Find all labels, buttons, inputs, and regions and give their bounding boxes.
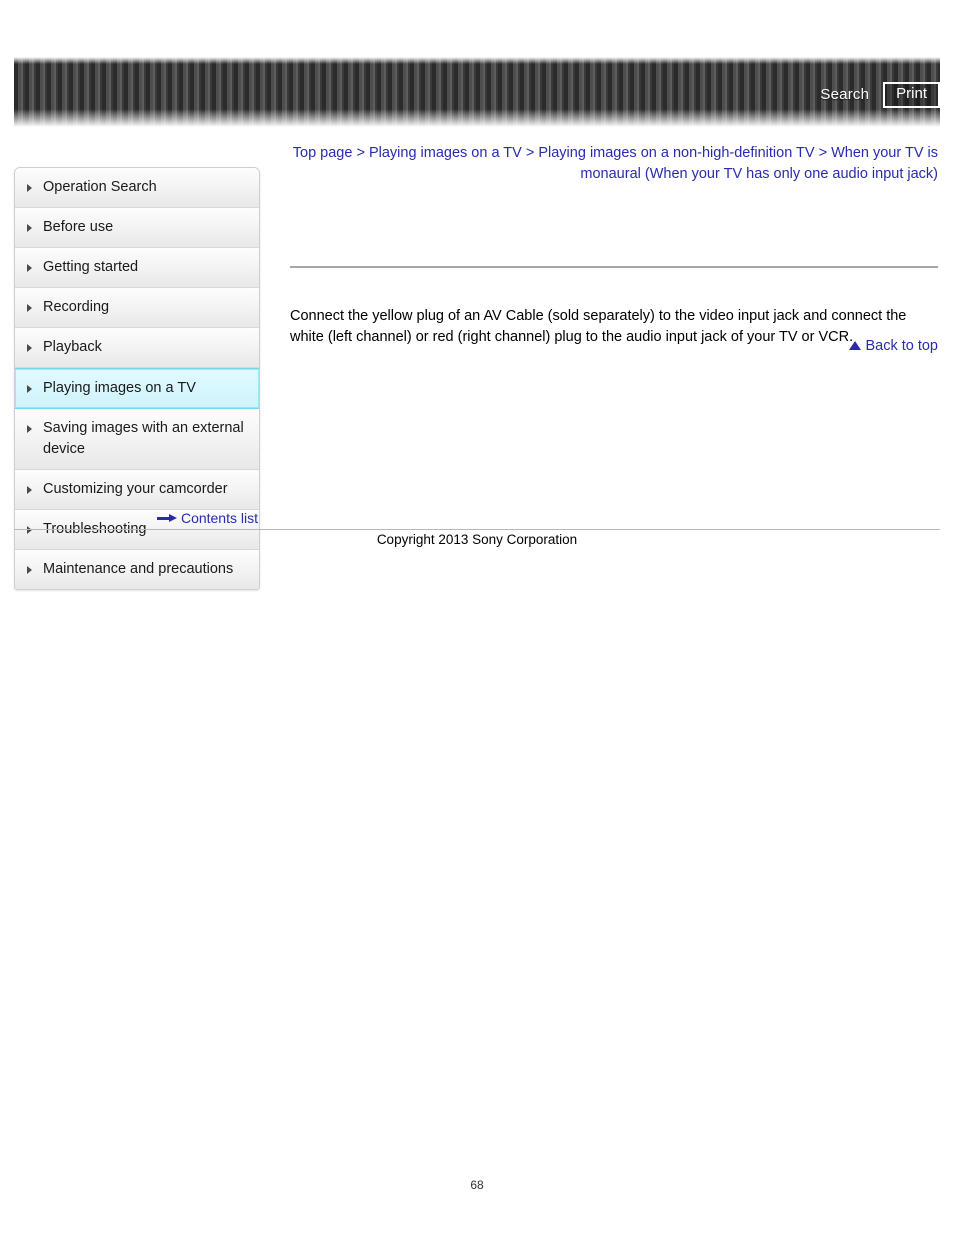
content-divider <box>290 266 938 268</box>
sidebar-item-label: Saving images with an external device <box>43 420 244 458</box>
sidebar-nav: Operation Search Before use Getting star… <box>14 167 260 591</box>
triangle-right-icon <box>27 385 32 394</box>
back-to-top-label: Back to top <box>865 338 938 354</box>
copyright-text: Copyright 2013 Sony Corporation <box>376 532 578 547</box>
triangle-right-icon <box>27 566 32 575</box>
triangle-right-icon <box>27 344 32 353</box>
sidebar-item-label: Playing images on a TV <box>43 380 196 397</box>
triangle-right-icon <box>27 486 32 495</box>
sidebar-item-maintenance-and-precautions[interactable]: Maintenance and precautions <box>15 550 259 590</box>
back-to-top-row: Back to top <box>290 337 938 355</box>
sidebar-item-playing-images-on-a-tv[interactable]: Playing images on a TV <box>15 368 259 410</box>
header-actions: Search Print <box>820 82 940 108</box>
sidebar-item-saving-images-external-device[interactable]: Saving images with an external device <box>15 409 259 471</box>
sidebar-item-recording[interactable]: Recording <box>15 288 259 329</box>
sidebar-item-label: Operation Search <box>43 179 157 195</box>
triangle-up-icon <box>849 341 862 350</box>
header-banner <box>14 57 940 127</box>
search-link[interactable]: Search <box>820 86 869 103</box>
sidebar-item-operation-search[interactable]: Operation Search <box>15 168 259 209</box>
sidebar-item-label: Before use <box>43 219 114 236</box>
sidebar-item-label: Getting started <box>43 259 139 276</box>
contents-list-label: Contents list <box>180 510 258 526</box>
triangle-right-icon <box>27 425 32 434</box>
triangle-right-icon <box>27 264 32 273</box>
contents-list-link[interactable]: Contents list <box>156 510 258 526</box>
sidebar-item-label: Recording <box>43 299 110 316</box>
print-button[interactable]: Print <box>883 82 940 108</box>
sidebar-item-label: Customizing your camcorder <box>43 481 228 498</box>
arrow-right-icon <box>156 513 177 523</box>
triangle-right-icon <box>27 224 32 233</box>
footer-divider <box>14 529 940 530</box>
sidebar-item-playback[interactable]: Playback <box>15 328 259 369</box>
sidebar-item-customizing-your-camcorder[interactable]: Customizing your camcorder <box>15 470 259 511</box>
triangle-right-icon <box>27 304 32 313</box>
contents-list-row: Contents list <box>14 510 258 526</box>
page-number: 68 <box>470 1178 484 1192</box>
triangle-right-icon <box>27 184 32 192</box>
sidebar-item-getting-started[interactable]: Getting started <box>15 248 259 289</box>
sidebar-item-before-use[interactable]: Before use <box>15 208 259 249</box>
sidebar-item-label: Maintenance and precautions <box>43 561 234 578</box>
back-to-top-link[interactable]: Back to top <box>849 338 938 354</box>
breadcrumb[interactable]: Top page > Playing images on a TV > Play… <box>290 143 938 185</box>
sidebar-item-label: Playback <box>43 339 102 356</box>
